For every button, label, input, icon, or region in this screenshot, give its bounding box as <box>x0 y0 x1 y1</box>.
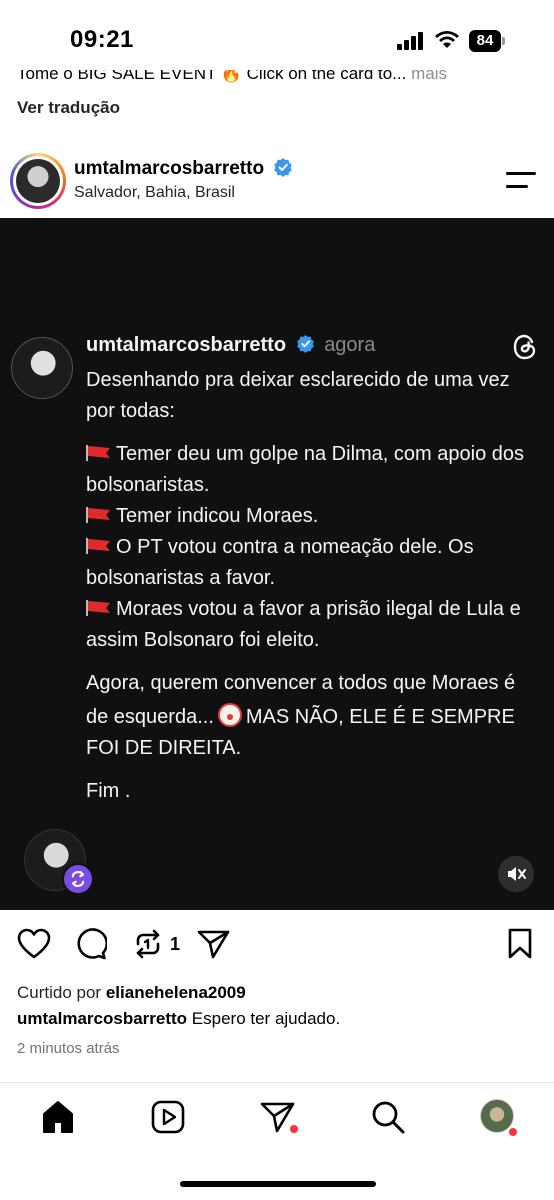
repost-icon[interactable] <box>132 928 164 960</box>
profile-tab[interactable] <box>480 1099 517 1136</box>
notification-dot <box>509 1128 517 1136</box>
post-actions: 1 <box>0 920 554 970</box>
post-media[interactable]: umtalmarcosbarretto agora Desenhando pra… <box>0 218 554 910</box>
thread-point: Temer indicou Moraes. <box>86 505 318 527</box>
post-time: 2 minutos atrás <box>17 1040 120 1057</box>
author-username[interactable]: umtalmarcosbarretto <box>74 157 293 180</box>
home-icon[interactable] <box>40 1099 76 1135</box>
translate-link[interactable]: Ver tradução <box>17 98 120 118</box>
bookmark-icon[interactable] <box>507 928 533 960</box>
thread-points: Temer deu um golpe na Dilma, com apoio d… <box>86 439 542 656</box>
home-indicator[interactable] <box>180 1181 376 1187</box>
battery-icon: 84 <box>469 30 505 52</box>
status-time: 09:21 <box>70 26 134 53</box>
wifi-icon <box>435 31 459 48</box>
signal-icon <box>397 32 427 50</box>
author-avatar[interactable] <box>10 153 66 209</box>
thread-point: O PT votou contra a nomeação dele. Os bo… <box>86 536 474 589</box>
more-link[interactable]: mais <box>411 70 447 83</box>
liked-by[interactable]: Curtido por elianehelena2009 <box>17 983 246 1003</box>
clown-emoji-icon <box>217 703 242 727</box>
thread-text: Desenhando pra deixar esclarecido de uma… <box>86 365 542 819</box>
mute-icon[interactable] <box>498 856 534 892</box>
thread-header: umtalmarcosbarretto agora <box>86 334 375 357</box>
repost-badge-icon <box>62 863 94 895</box>
thread-username: umtalmarcosbarretto <box>86 334 287 356</box>
red-flag-icon <box>86 445 110 461</box>
reels-icon[interactable] <box>150 1099 186 1135</box>
post-header: umtalmarcosbarretto Salvador, Bahia, Bra… <box>0 150 554 218</box>
author-username-text[interactable]: umtalmarcosbarretto <box>74 158 264 179</box>
notification-dot <box>290 1125 298 1133</box>
thread-conclusion: Agora, querem convencer a todos que Mora… <box>86 672 516 759</box>
thread-intro: Desenhando pra deixar esclarecido de uma… <box>86 369 510 422</box>
previous-post-caption: Tome o BIG SALE EVENT 🔥 Click on the car… <box>17 70 537 84</box>
repost-count[interactable]: 1 <box>170 934 180 955</box>
share-icon[interactable] <box>197 928 231 960</box>
thread-time: agora <box>324 334 376 356</box>
heart-icon[interactable] <box>17 928 51 960</box>
caption-username[interactable]: umtalmarcosbarretto <box>17 1009 187 1028</box>
thread-ending: Fim . <box>86 780 131 802</box>
liked-by-label: Curtido por <box>17 983 102 1002</box>
thread-point: Moraes votou a favor a prisão ilegal de … <box>86 598 521 651</box>
verified-icon <box>274 157 293 177</box>
verified-icon <box>296 335 314 354</box>
caption-text: Espero ter ajudado. <box>191 1009 341 1028</box>
thread-point: Temer deu um golpe na Dilma, com apoio d… <box>86 443 524 496</box>
thread-avatar <box>11 337 73 399</box>
menu-icon[interactable] <box>506 170 538 192</box>
liked-by-user[interactable]: elianehelena2009 <box>106 983 246 1002</box>
battery-level: 84 <box>469 30 501 52</box>
post-caption: umtalmarcosbarretto Espero ter ajudado. <box>17 1009 340 1029</box>
profile-icon <box>480 1099 514 1133</box>
red-flag-icon <box>86 538 110 554</box>
comment-icon[interactable] <box>75 928 107 960</box>
post-location[interactable]: Salvador, Bahia, Brasil <box>74 184 235 202</box>
previous-caption-text: Tome o BIG SALE EVENT 🔥 Click on the car… <box>17 70 407 83</box>
threads-logo-icon <box>513 334 536 360</box>
status-bar: 09:21 84 <box>0 0 554 80</box>
search-icon[interactable] <box>370 1099 406 1135</box>
red-flag-icon <box>86 507 110 523</box>
red-flag-icon <box>86 600 110 616</box>
direct-button[interactable] <box>260 1099 298 1135</box>
